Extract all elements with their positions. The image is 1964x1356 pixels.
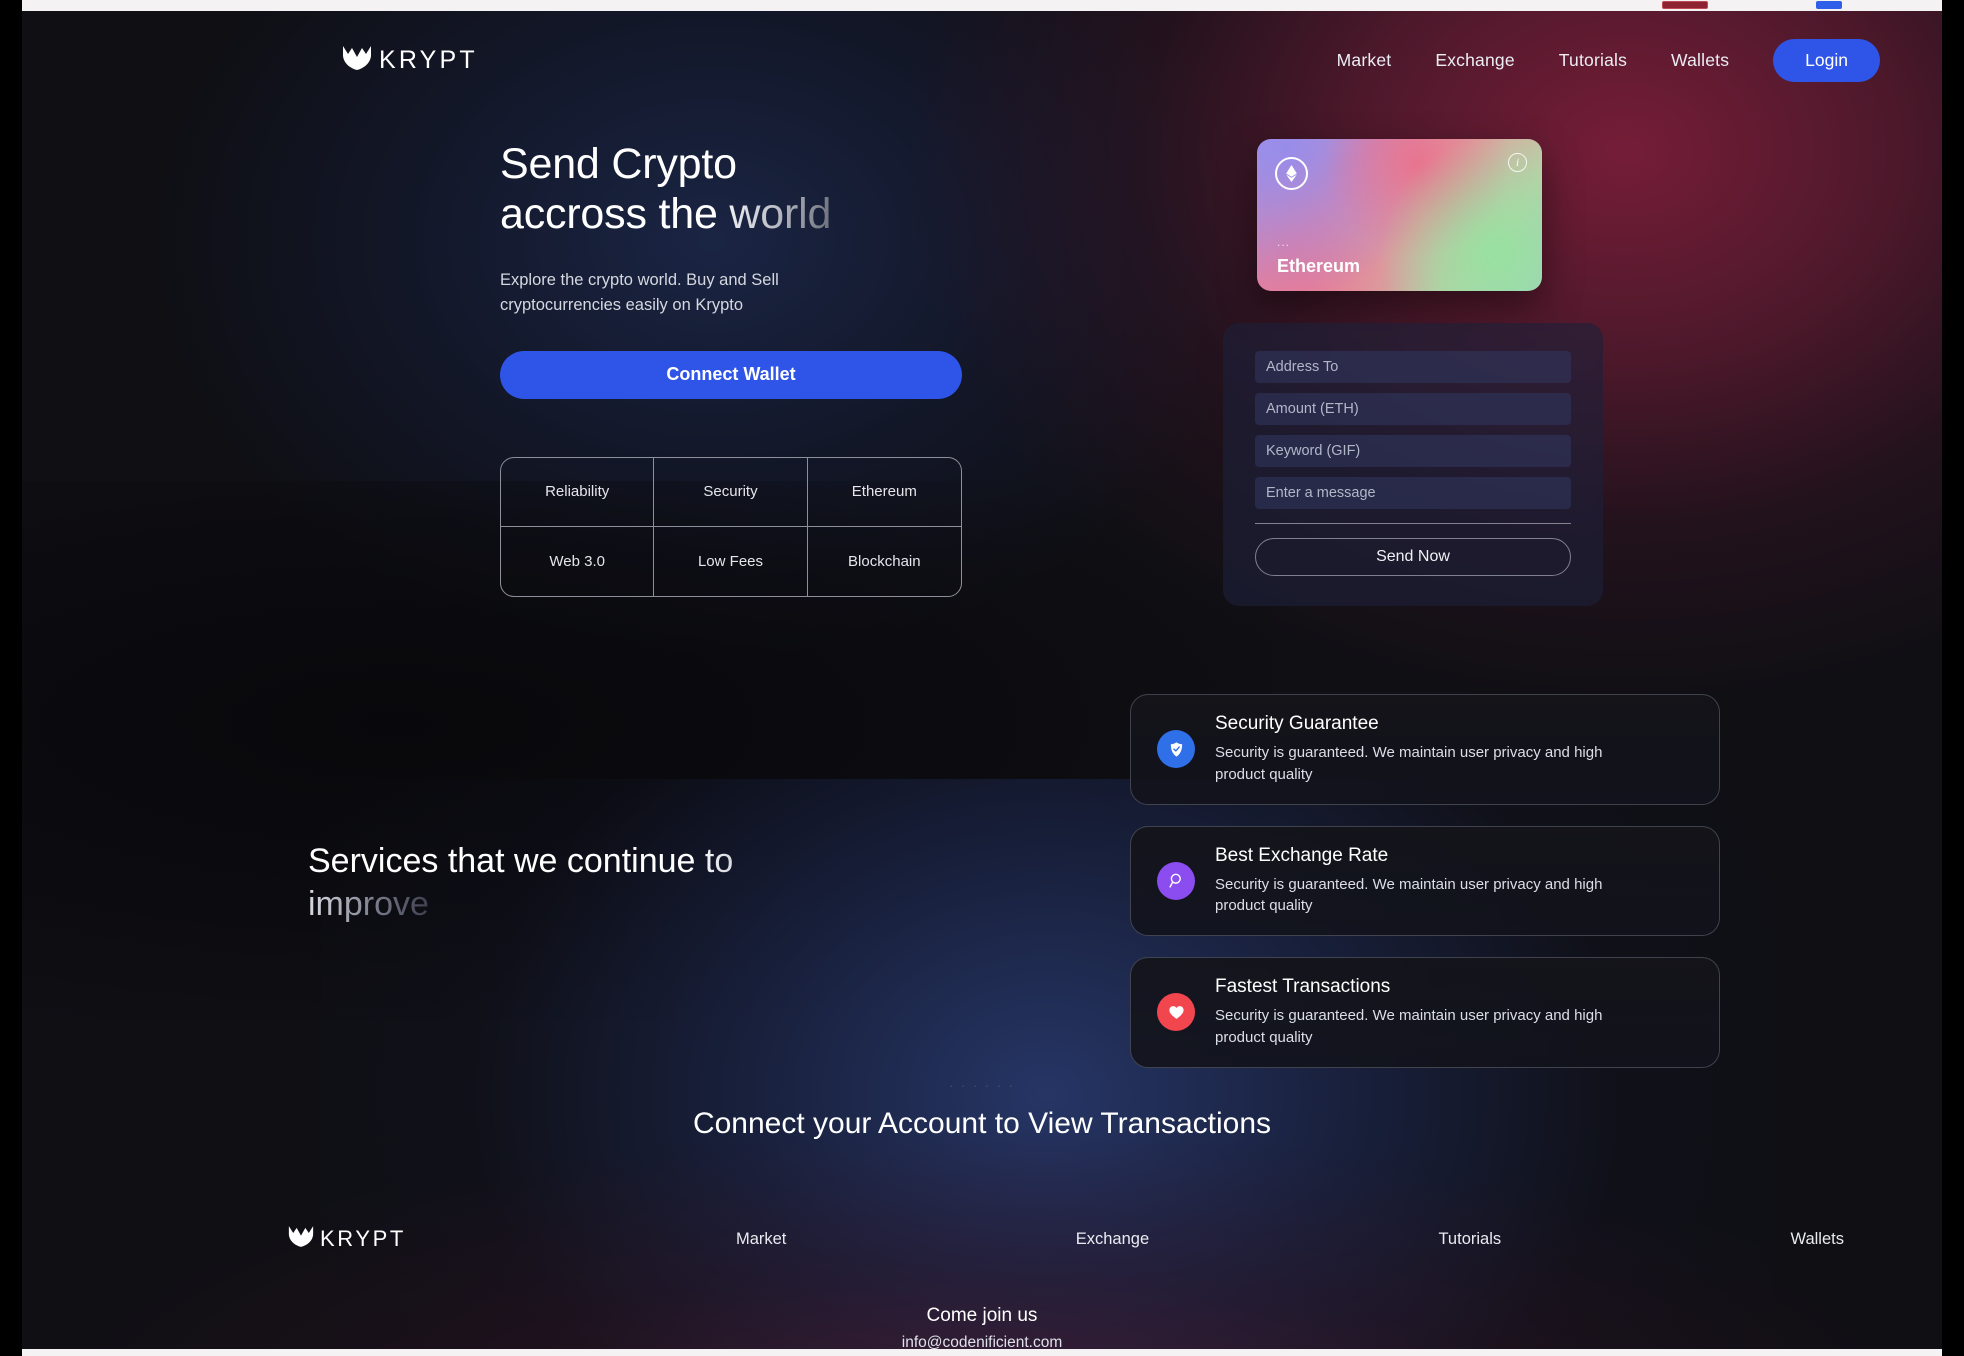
footer-links: Market Exchange Tutorials Wallets <box>736 1230 1844 1249</box>
services-title: Services that we continue to improve <box>308 840 748 926</box>
service-title: Fastest Transactions <box>1215 976 1391 997</box>
search-icon <box>1157 861 1195 900</box>
send-now-button[interactable]: Send Now <box>1255 538 1571 576</box>
wallet-address: ... <box>1277 235 1291 249</box>
footer-link-market[interactable]: Market <box>736 1230 786 1249</box>
contact-email[interactable]: info@codenificient.com <box>22 1334 1942 1349</box>
krypt-landing-page: KRYPT Market Exchange Tutorials Wallets … <box>22 11 1942 1349</box>
nav-link-tutorials[interactable]: Tutorials <box>1559 50 1627 71</box>
feature-cell-ethereum: Ethereum <box>807 458 961 527</box>
send-transaction-form: Send Now <box>1223 323 1603 606</box>
ethereum-icon <box>1275 157 1308 190</box>
hero-title-accent: world <box>729 190 832 239</box>
services-title-plain: Services that we continue <box>308 842 705 880</box>
nav-link-wallets[interactable]: Wallets <box>1671 50 1729 71</box>
hero-title-plain: accross the <box>500 190 730 239</box>
footer-top-row: KRYPT Market Exchange Tutorials Wallets <box>22 1225 1942 1253</box>
nav-link-market[interactable]: Market <box>1337 50 1392 71</box>
address-to-input[interactable] <box>1255 351 1571 383</box>
service-card-best-exchange-rate[interactable]: Best Exchange Rate Security is guarantee… <box>1130 825 1720 936</box>
feature-grid: Reliability Security Ethereum Web 3.0 Lo… <box>500 456 962 597</box>
service-card-text: Fastest Transactions Security is guarant… <box>1215 976 1615 1049</box>
feature-cell-low-fees: Low Fees <box>654 526 808 596</box>
service-title: Best Exchange Rate <box>1215 844 1389 866</box>
krypt-wolf-logo-icon <box>288 1225 314 1253</box>
hero-right-column: i ... Ethereum Send Now <box>1223 139 1603 606</box>
footer-link-tutorials[interactable]: Tutorials <box>1438 1230 1501 1249</box>
feature-cell-blockchain: Blockchain <box>848 552 921 570</box>
heart-icon <box>1157 993 1195 1032</box>
service-description: Security is guaranteed. We maintain user… <box>1215 1007 1603 1046</box>
info-icon[interactable]: i <box>1508 153 1527 172</box>
footer: KRYPT Market Exchange Tutorials Wallets … <box>22 1141 1942 1349</box>
amount-input[interactable] <box>1255 393 1571 425</box>
form-divider <box>1255 523 1571 524</box>
service-title: Security Guarantee <box>1215 713 1379 734</box>
hero-left-column: Send Crypto accross the world Explore th… <box>500 139 1100 606</box>
screenshot-frame: KRYPT Market Exchange Tutorials Wallets … <box>0 0 1964 1356</box>
browser-badge-icon <box>1662 1 1708 9</box>
nav-link-exchange[interactable]: Exchange <box>1435 50 1514 71</box>
browser-chrome-strip <box>22 0 1942 11</box>
shield-check-icon <box>1157 730 1195 769</box>
keyword-gif-input[interactable] <box>1255 435 1571 467</box>
connect-wallet-button[interactable]: Connect Wallet <box>500 350 962 399</box>
hero-subtitle: Explore the crypto world. Buy and Sell c… <box>500 270 779 315</box>
ethereum-card[interactable]: i ... Ethereum <box>1257 139 1542 291</box>
footer-link-exchange[interactable]: Exchange <box>1076 1230 1149 1249</box>
feature-cell-security: Security <box>654 457 808 527</box>
bottom-chrome-strip <box>22 1349 1942 1356</box>
transactions-heading: Connect your Account to View Transaction… <box>692 1107 1272 1140</box>
hero-title: Send Crypto accross the world <box>500 139 1100 240</box>
footer-link-wallets[interactable]: Wallets <box>1790 1230 1843 1249</box>
service-cards-list: Security Guarantee Security is guarantee… <box>1130 694 1720 1089</box>
feature-cell-reliability: Reliability <box>501 457 655 527</box>
krypt-wolf-logo-icon <box>342 45 372 76</box>
services-section: Services that we continue to improve Sec… <box>22 648 1942 1078</box>
hero-title-line1: Send Crypto <box>500 140 737 188</box>
service-card-text: Security Guarantee Security is guarantee… <box>1215 713 1615 786</box>
brand-name: KRYPT <box>379 45 478 74</box>
join-title: Come join us <box>926 1305 1038 1326</box>
feature-cell-web30: Web 3.0 <box>501 526 655 596</box>
service-card-security-guarantee[interactable]: Security Guarantee Security is guarantee… <box>1130 694 1720 805</box>
hero-section: Send Crypto accross the world Explore th… <box>22 87 1942 606</box>
hero-title-line2: accross the world <box>500 189 1100 239</box>
footer-brand-logo[interactable]: KRYPT <box>288 1225 406 1253</box>
footer-join-block: Come join us info@codenificient.com <box>22 1305 1942 1349</box>
nav-links: Market Exchange Tutorials Wallets Login <box>1337 38 1880 82</box>
service-card-fastest-transactions[interactable]: Fastest Transactions Security is guarant… <box>1130 957 1720 1068</box>
service-description: Security is guaranteed. We maintain user… <box>1215 744 1603 783</box>
service-card-text: Best Exchange Rate Security is guarantee… <box>1215 845 1615 918</box>
service-description: Security is guaranteed. We maintain user… <box>1215 875 1603 915</box>
login-button[interactable]: Login <box>1773 38 1880 82</box>
navbar: KRYPT Market Exchange Tutorials Wallets … <box>22 11 1942 87</box>
brand-logo[interactable]: KRYPT <box>342 45 478 76</box>
message-input[interactable] <box>1255 477 1571 509</box>
currency-name: Ethereum <box>1277 256 1361 276</box>
footer-brand-name: KRYPT <box>320 1226 406 1251</box>
browser-blue-button[interactable] <box>1816 1 1842 9</box>
